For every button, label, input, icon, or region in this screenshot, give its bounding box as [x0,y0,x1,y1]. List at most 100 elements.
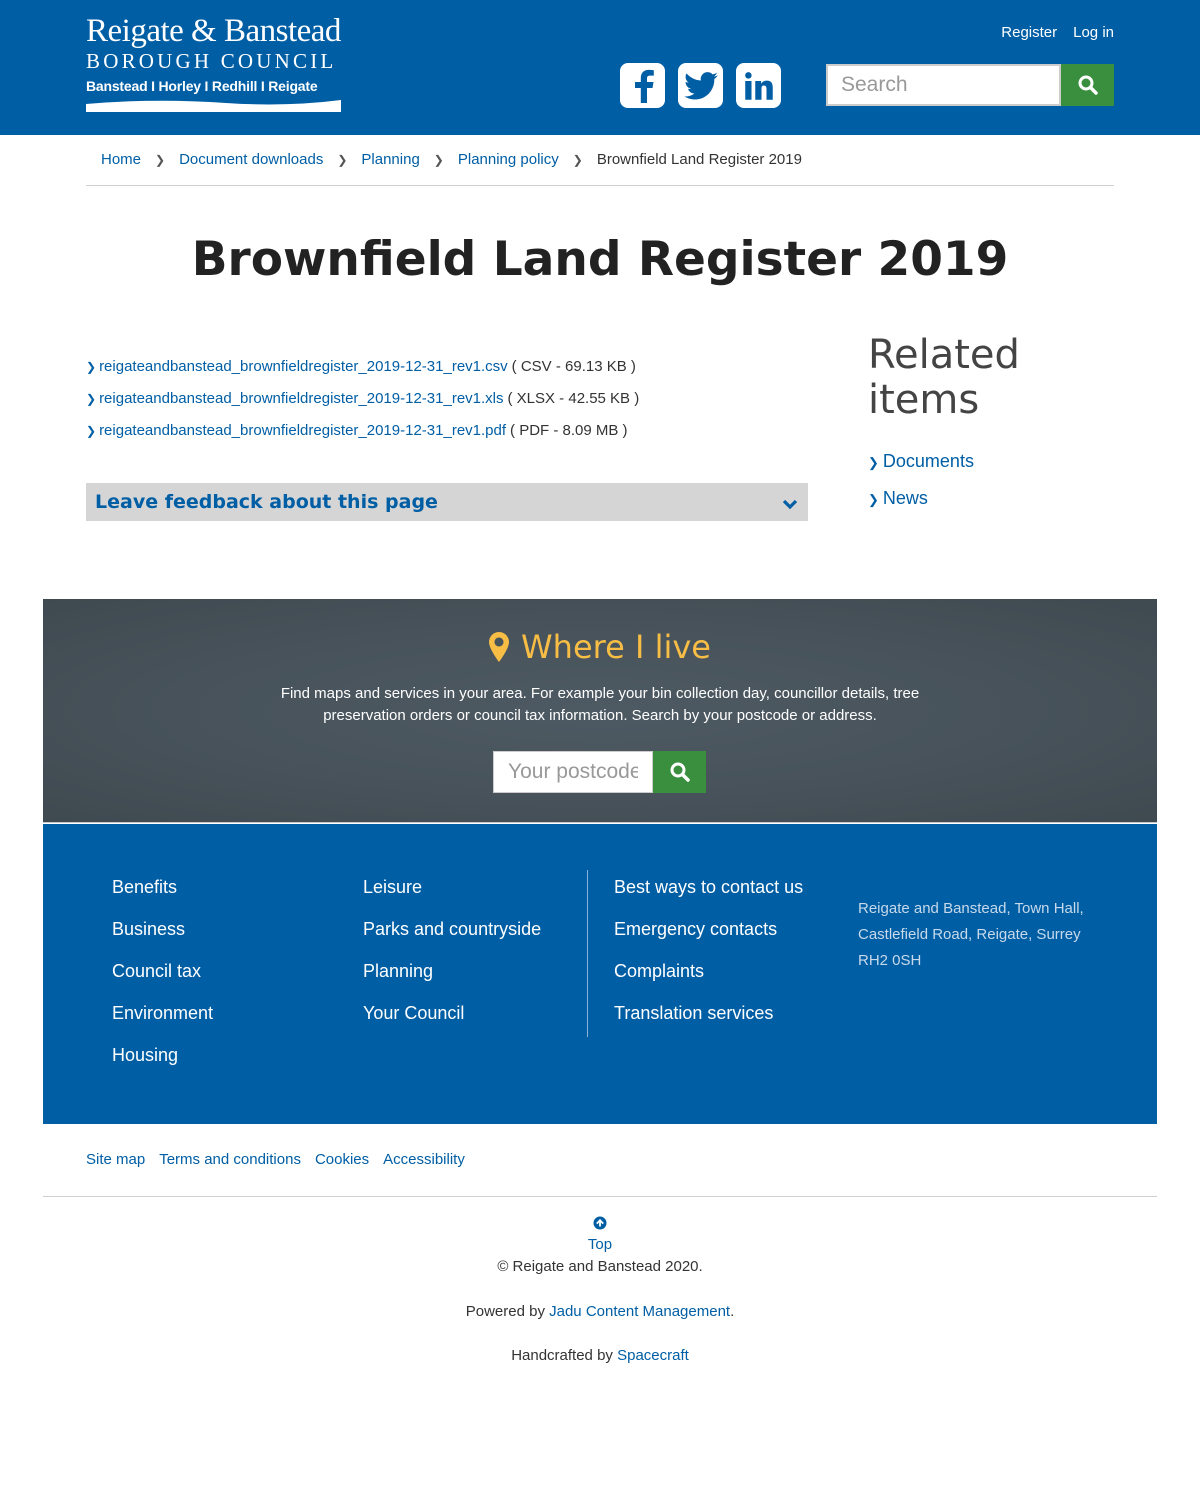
footer-column-services-2: Leisure Parks and countryside Planning Y… [363,876,541,1044]
breadcrumb-planning[interactable]: Planning [361,150,419,170]
footer-column-services: Benefits Business Council tax Environmen… [112,876,213,1086]
logo-wave [86,100,341,112]
logo-subtitle: BOROUGH COUNCIL [86,49,337,73]
footer-link-complaints[interactable]: Complaints [614,960,803,982]
footer-links-panel: Benefits Business Council tax Environmen… [43,824,1157,1124]
logo-title: Reigate & Banstead [86,13,341,49]
copyright: © Reigate and Banstead 2020. [497,1258,703,1275]
accessibility-link[interactable]: Accessibility [383,1151,465,1169]
footer-link-emergency[interactable]: Emergency contacts [614,918,803,940]
site-search [826,64,1114,106]
breadcrumb: Home ❯ Document downloads ❯ Planning ❯ P… [86,150,1114,186]
download-link-xls[interactable]: reigateandbanstead_brownfieldregister_20… [99,390,503,407]
footer-link-contact[interactable]: Best ways to contact us [614,876,803,898]
chevron-right-icon: ❯ [337,153,348,167]
powered-by-suffix: . [730,1303,735,1320]
footer-link-leisure[interactable]: Leisure [363,876,541,898]
arrow-circle-up-icon[interactable] [593,1216,607,1230]
address-line: Reigate and Banstead, Town Hall, [858,900,1084,917]
where-i-live-heading: Where I live [43,627,1157,667]
page-title: Brownfield Land Register 2019 [191,232,1009,287]
file-meta: ( XLSX - 42.55 KB ) [507,390,640,407]
footer-link-benefits[interactable]: Benefits [112,876,213,898]
footer-link-your-council[interactable]: Your Council [363,1002,541,1024]
powered-by: Powered by Jadu Content Management. [0,1301,1200,1323]
footer-link-parks[interactable]: Parks and countryside [363,918,541,940]
postcode-search [493,751,706,793]
download-link-pdf[interactable]: reigateandbanstead_brownfieldregister_20… [99,422,506,439]
breadcrumb-planning-policy[interactable]: Planning policy [458,150,559,170]
jadu-link[interactable]: Jadu Content Management [549,1303,730,1320]
footer-column-contact: Best ways to contact us Emergency contac… [614,876,803,1044]
council-logo[interactable]: Reigate & Banstead BOROUGH COUNCIL Banst… [86,14,341,112]
top-link[interactable]: Top [0,1234,1200,1256]
chevron-right-icon: ❯ [86,392,97,406]
facebook-icon[interactable] [620,63,665,108]
chevron-right-icon: ❯ [868,455,879,470]
footer-link-translation[interactable]: Translation services [614,1002,803,1024]
search-button[interactable] [1061,64,1114,106]
site-header: Reigate & Banstead BOROUGH COUNCIL Banst… [0,0,1200,135]
linkedin-icon[interactable] [736,63,781,108]
related-link-documents[interactable]: Documents [883,451,974,471]
search-icon [670,762,690,782]
footer-rule [43,1196,1157,1197]
where-i-live-description: Find maps and services in your area. For… [280,685,920,724]
footer-link-planning[interactable]: Planning [363,960,541,982]
feedback-toggle[interactable]: Leave feedback about this page [86,483,808,521]
twitter-icon[interactable] [678,63,723,108]
chevron-right-icon: ❯ [86,424,97,438]
file-meta: ( PDF - 8.09 MB ) [510,422,628,439]
council-address: Reigate and Banstead, Town Hall, Castlef… [858,896,1098,974]
file-meta: ( CSV - 69.13 KB ) [511,358,636,375]
chevron-right-icon: ❯ [572,153,583,167]
login-link[interactable]: Log in [1073,24,1114,42]
related-link-news[interactable]: News [883,488,928,508]
postcode-search-button[interactable] [653,751,706,793]
register-link[interactable]: Register [1001,24,1057,42]
breadcrumb-current: Brownfield Land Register 2019 [596,151,802,168]
breadcrumb-document-downloads[interactable]: Document downloads [179,150,323,170]
download-link-csv[interactable]: reigateandbanstead_brownfieldregister_20… [99,358,508,375]
related-item: ❯ Documents [868,450,1114,474]
download-list: ❯ reigateandbanstead_brownfieldregister_2… [86,356,808,452]
where-i-live-panel: Where I live Find maps and services in y… [43,599,1157,823]
chevron-right-icon: ❯ [155,153,166,167]
terms-link[interactable]: Terms and conditions [159,1151,301,1169]
account-links: Register Log in [1001,24,1114,42]
download-item: ❯ reigateandbanstead_brownfieldregister_2… [86,356,808,378]
postcode-input[interactable] [493,751,653,793]
related-items: Related items ❯ Documents ❯ News [868,333,1114,524]
related-item: ❯ News [868,487,1114,511]
search-input[interactable] [826,64,1061,106]
handcrafted-by: Handcrafted by Spacecraft [0,1345,1200,1367]
logo-towns: Banstead I Horley I Redhill I Reigate [86,78,318,94]
chevron-right-icon: ❯ [86,360,97,374]
footer-link-business[interactable]: Business [112,918,213,940]
handcrafted-prefix: Handcrafted by [511,1347,618,1364]
footer-link-environment[interactable]: Environment [112,1002,213,1024]
download-item: ❯ reigateandbanstead_brownfieldregister_2… [86,420,808,442]
cookies-link[interactable]: Cookies [315,1151,369,1169]
chevron-right-icon: ❯ [868,492,879,507]
chevron-down-icon [782,499,798,510]
footer-link-council-tax[interactable]: Council tax [112,960,213,982]
download-item: ❯ reigateandbanstead_brownfieldregister_2… [86,388,808,410]
breadcrumb-home[interactable]: Home [101,150,141,170]
powered-by-prefix: Powered by [465,1303,550,1320]
address-postcode: RH2 0SH [858,952,922,969]
site-map-link[interactable]: Site map [86,1151,145,1169]
chevron-right-icon: ❯ [433,153,444,167]
search-icon [1078,75,1098,95]
feedback-label: Leave feedback about this page [95,491,438,513]
spacecraft-link[interactable]: Spacecraft [617,1347,689,1364]
legal-links: Site map Terms and conditions Cookies Ac… [86,1151,465,1169]
footer-divider [587,870,588,1037]
social-links [620,63,781,108]
address-line: Castlefield Road, Reigate, Surrey [858,926,1081,943]
footer-link-housing[interactable]: Housing [112,1044,213,1066]
back-to-top: Top [0,1216,1200,1256]
map-marker-icon [489,632,510,662]
related-heading: Related items [868,332,1020,423]
where-i-live-title: Where I live [521,628,711,666]
